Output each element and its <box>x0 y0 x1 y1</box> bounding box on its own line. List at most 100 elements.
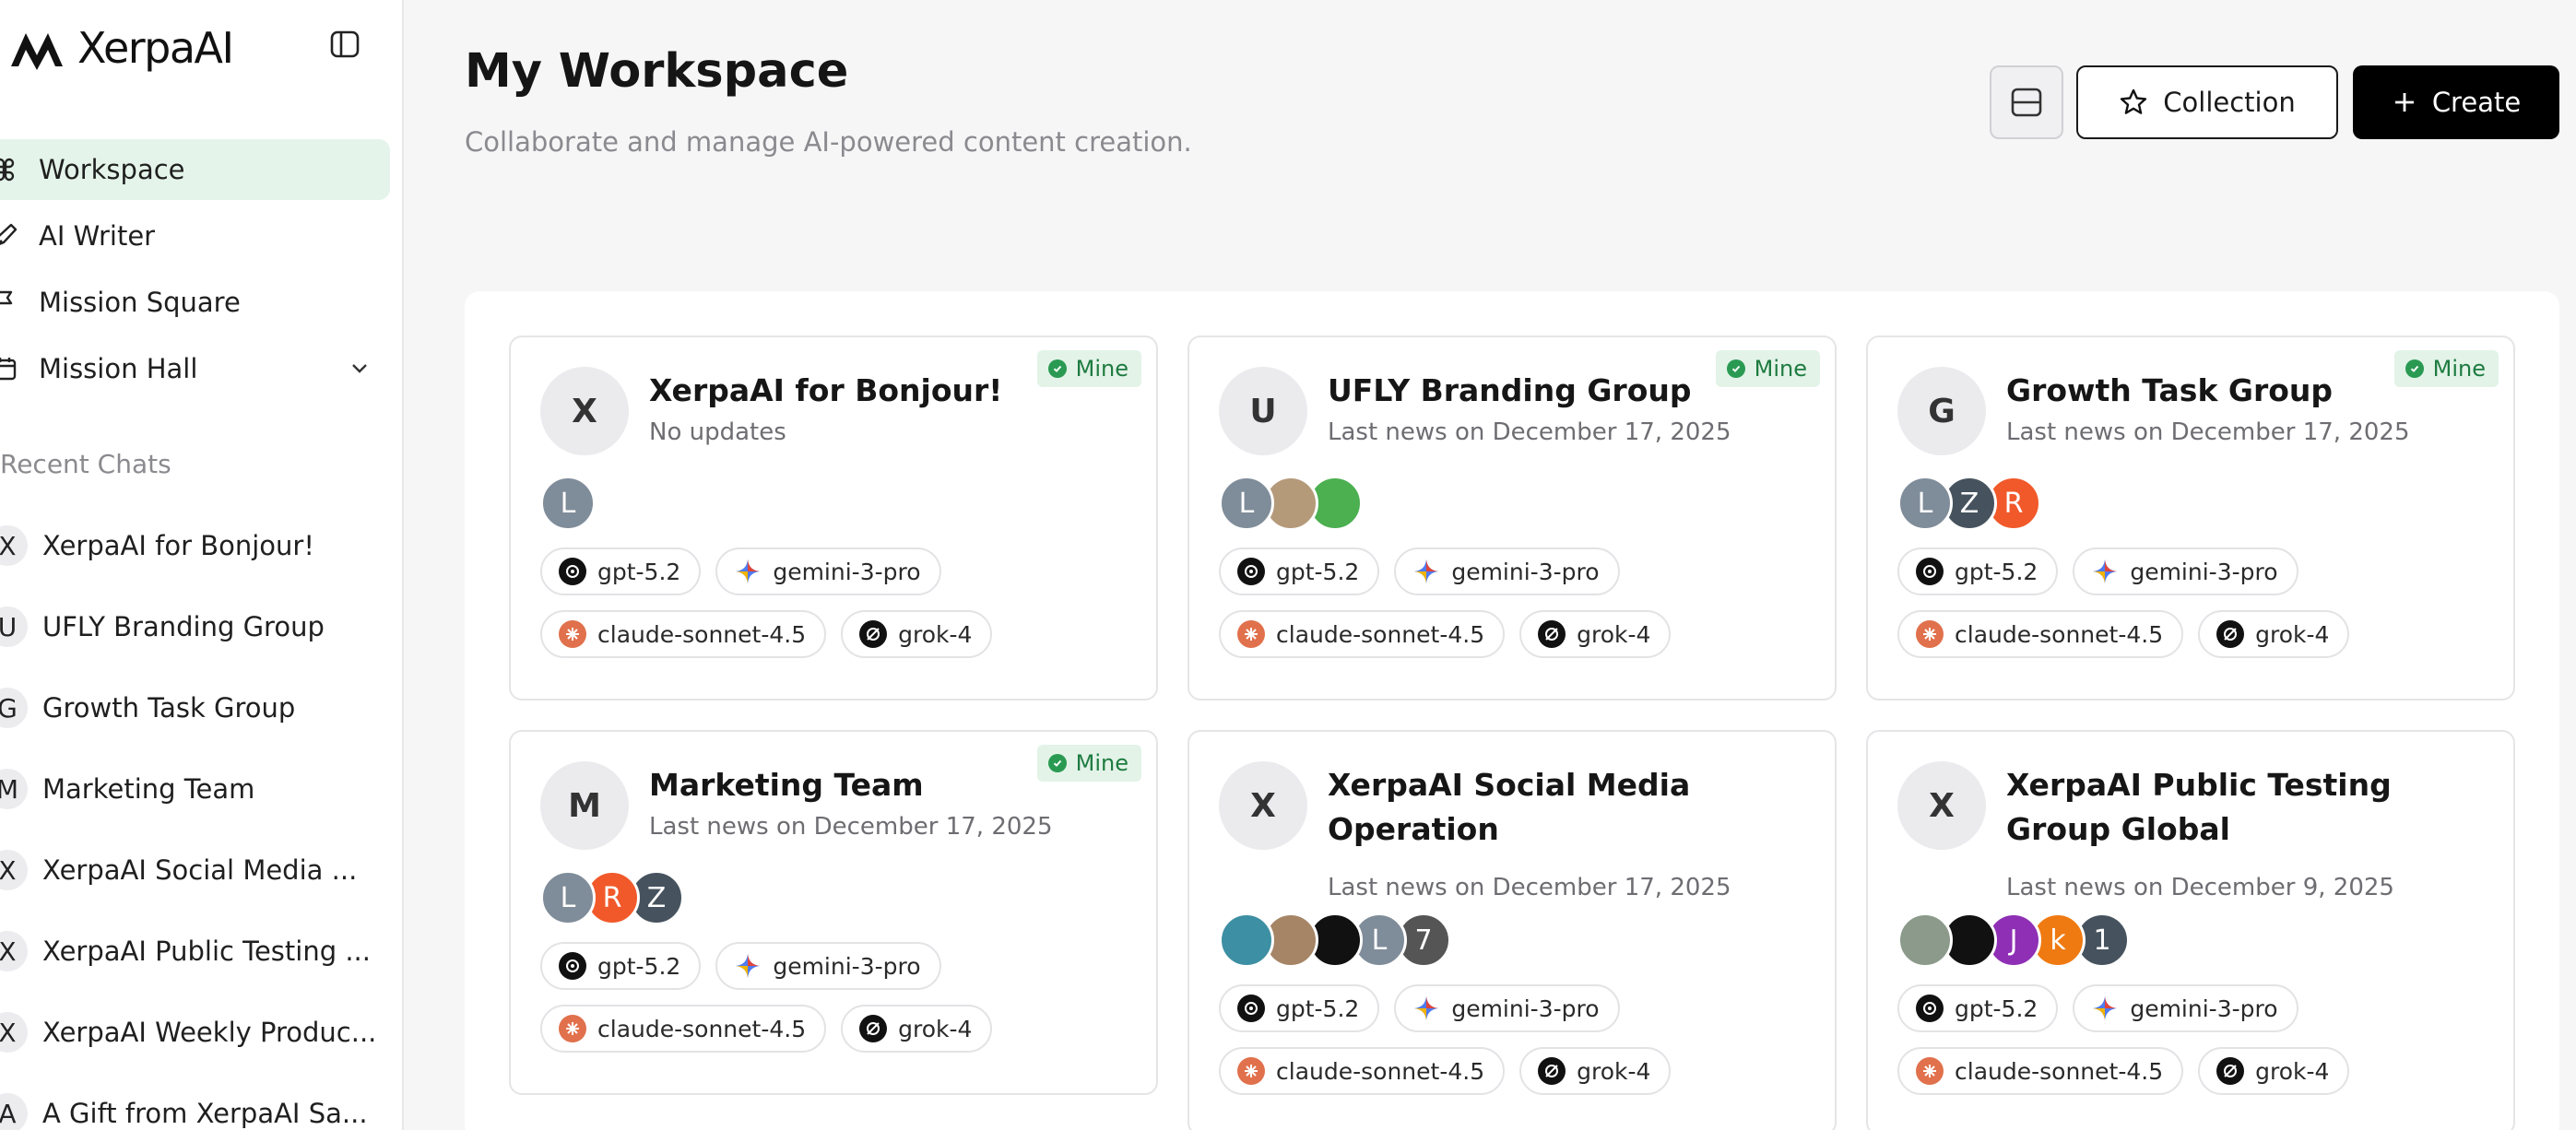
mine-label: Mine <box>1754 356 1807 382</box>
chat-avatar: X <box>0 1012 28 1053</box>
grok-icon <box>2216 620 2245 648</box>
model-chip: grok-4 <box>1519 1047 1672 1095</box>
model-chip: grok-4 <box>841 1005 993 1053</box>
member-avatar[interactable] <box>1219 912 1274 968</box>
check-circle-icon <box>1047 754 1067 772</box>
xerpa-logo-icon <box>11 33 63 70</box>
model-name: gemini-3-pro <box>773 558 921 585</box>
member-avatar[interactable] <box>1897 912 1953 968</box>
chat-avatar: G <box>0 688 28 728</box>
model-name: gpt-5.2 <box>1276 558 1360 585</box>
model-chip: gemini-3-pro <box>715 547 941 595</box>
nav-item-mission-square[interactable]: Mission Square <box>0 272 390 333</box>
member-avatars: L7 <box>1219 912 1451 968</box>
group-last-update: Last news on December 17, 2025 <box>1328 418 1731 446</box>
model-name: gpt-5.2 <box>597 952 681 980</box>
group-card[interactable]: X XerpaAI Social Media Operation Last news… <box>1188 730 1837 1130</box>
claude-icon <box>1916 620 1944 648</box>
group-avatar: G <box>1897 367 1986 455</box>
nav-label: AI Writer <box>39 220 156 252</box>
nav-item-ai-writer[interactable]: AI Writer <box>0 206 390 266</box>
layout-icon <box>2011 88 2042 117</box>
logo[interactable]: XerpaAI <box>9 22 234 74</box>
mine-badge: Mine <box>1036 350 1141 387</box>
claude-icon <box>1237 620 1265 648</box>
chat-item[interactable]: X XerpaAI Social Media ... <box>0 830 402 911</box>
logo-text: XerpaAI <box>77 23 234 73</box>
chat-label: Marketing Team <box>42 773 255 805</box>
layout-toggle-button[interactable] <box>1990 65 2063 139</box>
chat-item[interactable]: X XerpaAI Public Testing ... <box>0 911 402 992</box>
model-chip: gpt-5.2 <box>1897 984 2059 1032</box>
model-chip: grok-4 <box>1519 610 1672 658</box>
main-content: My Workspace Collaborate and manage AI-p… <box>406 0 2576 1130</box>
member-avatar[interactable]: L <box>1897 476 1953 531</box>
model-name: claude-sonnet-4.5 <box>1276 620 1485 648</box>
chat-avatar: X <box>0 850 28 890</box>
model-name: grok-4 <box>2255 1057 2330 1085</box>
claude-icon <box>559 1015 586 1042</box>
chat-label: A Gift from XerpaAI Sa... <box>42 1098 368 1129</box>
model-chip: gpt-5.2 <box>540 547 702 595</box>
model-name: grok-4 <box>2255 620 2330 648</box>
model-name: claude-sonnet-4.5 <box>1276 1057 1485 1085</box>
create-button[interactable]: Create <box>2353 65 2559 139</box>
member-avatars: LZR <box>1897 476 2041 531</box>
nav-item-mission-hall[interactable]: Mission Hall <box>0 338 390 399</box>
chat-item[interactable]: M Marketing Team <box>0 748 402 830</box>
check-circle-icon <box>1726 359 1745 378</box>
pen-icon <box>0 220 20 252</box>
collapse-sidebar-button[interactable] <box>325 25 364 64</box>
openai-icon <box>1916 995 1944 1022</box>
model-name: grok-4 <box>898 620 973 648</box>
group-card[interactable]: G Growth Task Group Last news on December … <box>1866 335 2515 700</box>
model-name: grok-4 <box>898 1015 973 1042</box>
chat-avatar: X <box>0 525 28 566</box>
gemini-icon <box>2091 995 2119 1022</box>
model-name: grok-4 <box>1577 1057 1651 1085</box>
member-avatar[interactable]: L <box>540 476 596 531</box>
chevron-down-icon[interactable] <box>348 357 372 381</box>
group-last-update: Last news on December 17, 2025 <box>649 813 1053 841</box>
model-chip: gemini-3-pro <box>1394 547 1620 595</box>
chat-item[interactable]: G Growth Task Group <box>0 667 402 748</box>
mine-label: Mine <box>1075 750 1128 776</box>
group-card[interactable]: X XerpaAI for Bonjour! No updates Mine Lgpt-… <box>509 335 1158 700</box>
openai-icon <box>559 558 586 585</box>
gemini-icon <box>734 952 762 980</box>
model-name: gemini-3-pro <box>773 952 921 980</box>
model-chip: gemini-3-pro <box>1394 984 1620 1032</box>
group-title: Marketing Team <box>649 767 924 803</box>
openai-icon <box>1237 995 1265 1022</box>
nav-label: Mission Hall <box>39 353 198 384</box>
recent-chats-label: Recent Chats <box>0 449 171 479</box>
model-chips: gpt-5.2 gemini-3-pro claude-sonnet-4.5 grok… <box>540 547 1130 658</box>
group-title: Growth Task Group <box>2006 372 2334 408</box>
group-title: XerpaAI for Bonjour! <box>649 372 1003 408</box>
group-card[interactable]: X XerpaAI Public Testing Group Global Last… <box>1866 730 2515 1130</box>
group-last-update: No updates <box>649 418 786 446</box>
member-avatar[interactable]: L <box>540 870 596 925</box>
chat-item[interactable]: X XerpaAI Weekly Produc... <box>0 992 402 1073</box>
model-name: claude-sonnet-4.5 <box>597 1015 807 1042</box>
sidebar: XerpaAI Workspace AI Writer Mission Squa… <box>0 0 404 1130</box>
claude-icon <box>559 620 586 648</box>
model-chip: grok-4 <box>2198 610 2350 658</box>
mine-label: Mine <box>1075 356 1128 382</box>
collection-button[interactable]: Collection <box>2076 65 2338 139</box>
group-card[interactable]: M Marketing Team Last news on December 17,… <box>509 730 1158 1095</box>
command-icon <box>0 154 20 185</box>
model-name: claude-sonnet-4.5 <box>1955 1057 2164 1085</box>
model-chips: gpt-5.2 gemini-3-pro claude-sonnet-4.5 grok… <box>1897 984 2487 1095</box>
group-last-update: Last news on December 9, 2025 <box>2006 874 2394 901</box>
nav-item-workspace[interactable]: Workspace <box>0 139 390 200</box>
chat-item[interactable]: A A Gift from XerpaAI Sa... <box>0 1073 402 1130</box>
gemini-icon <box>2091 558 2119 585</box>
chat-item[interactable]: X XerpaAI for Bonjour! <box>0 505 402 586</box>
model-name: gemini-3-pro <box>2130 558 2278 585</box>
recent-chats-list: X XerpaAI for Bonjour! U UFLY Branding Gro… <box>0 505 402 1130</box>
page-title: My Workspace <box>465 44 849 99</box>
member-avatar[interactable]: L <box>1219 476 1274 531</box>
group-card[interactable]: U UFLY Branding Group Last news on Decembe… <box>1188 335 1837 700</box>
chat-item[interactable]: U UFLY Branding Group <box>0 586 402 667</box>
